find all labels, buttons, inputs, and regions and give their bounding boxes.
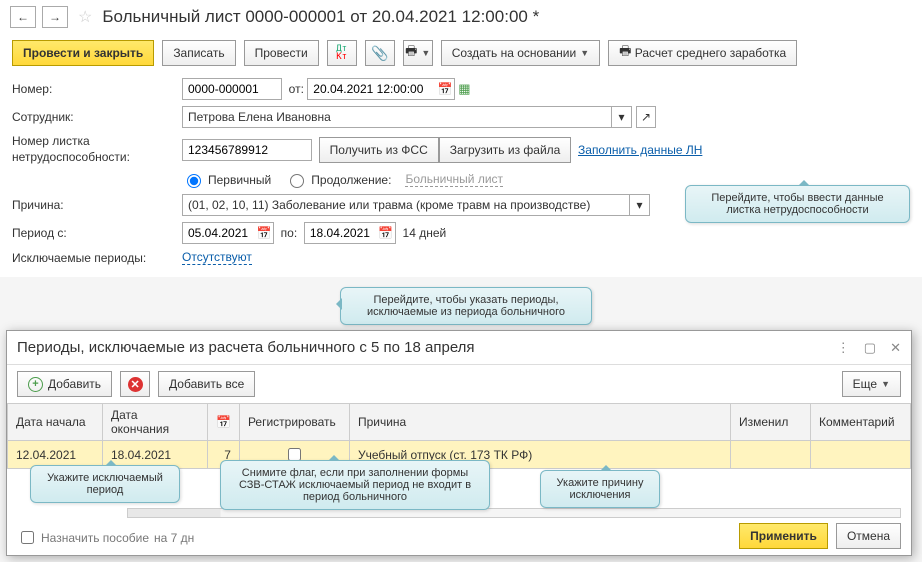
employee-label: Сотрудник: [12,110,182,124]
calendar-link-icon[interactable]: ▦ [458,81,470,97]
from-label: от: [289,82,304,96]
delete-row-button[interactable]: ✕ [120,371,150,397]
dialog-title: Периоды, исключаемые из расчета больничн… [17,339,475,356]
cancel-button[interactable]: Отмена [836,523,901,549]
col-days-icon[interactable]: 📅 [208,404,240,441]
reason-label: Причина: [12,198,182,212]
col-register[interactable]: Регистрировать [239,404,349,441]
period-from-input[interactable]: 📅 [182,222,274,244]
calc-avg-button[interactable]: 🖶 Расчет среднего заработка [608,40,797,66]
number-label: Номер: [12,82,182,96]
reason-select[interactable]: (01, 02, 10, 11) Заболевание или травма … [182,194,630,216]
add-row-button[interactable]: +Добавить [17,371,112,397]
radio-continuation[interactable]: Продолжение: [285,171,391,188]
callout-fill-ln: Перейдите, чтобы ввести данные листка не… [685,185,910,223]
excluded-periods-dialog: Периоды, исключаемые из расчета больничн… [6,330,912,556]
days-count-text: 14 дней [403,226,447,240]
callout-reason: Укажите причину исключения [540,470,660,508]
back-button[interactable]: ← [10,6,36,28]
fill-ln-link[interactable]: Заполнить данные ЛН [578,143,702,157]
paperclip-icon: 📎 [371,45,388,62]
cert-number-input[interactable] [182,139,312,161]
printer-icon: 🖶 [619,42,631,64]
employee-dropdown-button[interactable]: ▾ [612,106,632,128]
attach-button[interactable]: 📎 [365,40,395,66]
assign-days-text: на 7 дн [154,531,194,545]
dialog-menu-icon[interactable]: ⋮ [837,340,850,356]
document-date-input[interactable]: 📅 [307,78,455,100]
add-all-button[interactable]: Добавить все [158,371,255,397]
callout-register-flag: Снимите флаг, если при заполнении формы … [220,460,490,510]
apply-button[interactable]: Применить [739,523,828,549]
favorite-star-icon[interactable]: ☆ [78,7,92,27]
save-button[interactable]: Записать [162,40,235,66]
employee-open-button[interactable]: ↗ [636,106,656,128]
get-from-fss-button[interactable]: Получить из ФСС [319,137,439,163]
window-header: ← → ☆ Больничный лист 0000-000001 от 20.… [0,0,922,34]
printer-icon: 🖶 [405,42,417,64]
dtkt-button[interactable]: ДтКт [327,40,357,66]
calendar-icon[interactable]: 📅 [436,82,454,96]
excluded-periods-link[interactable]: Отсутствуют [182,250,252,265]
plus-icon: + [28,377,43,392]
create-based-button[interactable]: Создать на основании▼ [441,40,600,66]
number-input[interactable] [182,78,282,100]
dialog-close-icon[interactable]: ✕ [890,340,901,356]
document-title: Больничный лист 0000-000001 от 20.04.202… [102,7,539,27]
col-changed[interactable]: Изменил [731,404,811,441]
print-dropdown-button[interactable]: 🖶▼ [403,40,433,66]
calendar-icon[interactable]: 📅 [377,226,395,240]
form-area: Номер: от: 📅 ▦ Сотрудник: Петрова Елена … [0,72,922,277]
col-end[interactable]: Дата окончания [103,404,208,441]
col-reason[interactable]: Причина [349,404,730,441]
period-to-label: по: [281,226,298,240]
cell-changed[interactable] [731,441,811,469]
col-comment[interactable]: Комментарий [811,404,911,441]
period-label: Период с: [12,226,182,240]
more-menu-button[interactable]: Еще▼ [842,371,901,397]
assign-benefit-checkbox[interactable]: Назначить пособие [17,528,149,547]
load-from-file-button[interactable]: Загрузить из файла [439,137,572,163]
post-and-close-button[interactable]: Провести и закрыть [12,40,154,66]
col-start[interactable]: Дата начала [8,404,103,441]
radio-primary[interactable]: Первичный [182,171,271,188]
cell-comment[interactable] [811,441,911,469]
continuation-link[interactable]: Больничный лист [405,172,503,187]
post-button[interactable]: Провести [244,40,319,66]
dialog-maximize-icon[interactable]: ▢ [864,340,876,356]
callout-excluded: Перейдите, чтобы указать периоды, исключ… [340,287,592,325]
employee-input[interactable]: Петрова Елена Ивановна [182,106,612,128]
main-toolbar: Провести и закрыть Записать Провести ДтК… [0,34,922,72]
callout-period: Укажите исключаемый период [30,465,180,503]
calendar-icon[interactable]: 📅 [255,226,273,240]
cert-number-label: Номер листка нетрудоспособности: [12,134,182,165]
reason-dropdown-button[interactable]: ▾ [630,194,650,216]
forward-button[interactable]: → [42,6,68,28]
delete-icon: ✕ [128,377,143,392]
excluded-periods-label: Исключаемые периоды: [12,251,182,265]
period-to-input[interactable]: 📅 [304,222,396,244]
